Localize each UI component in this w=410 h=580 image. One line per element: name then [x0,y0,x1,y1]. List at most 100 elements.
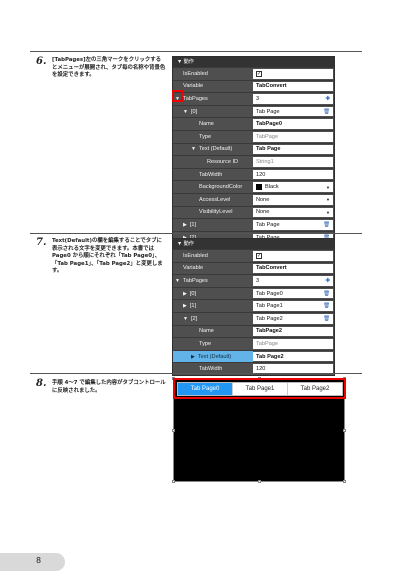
property-value[interactable]: Tab Page2 🗑 [253,313,333,324]
property-row: ▶ [0] Tab Page0 🗑 [173,286,334,300]
resize-handle[interactable] [258,480,261,483]
highlight-box [173,378,346,399]
resize-handle[interactable] [343,429,346,432]
trash-icon[interactable]: 🗑 [323,316,330,322]
property-name: ▼ TabPages [173,275,253,287]
checkbox[interactable]: ✓ [256,70,262,77]
property-row: ▼ [0] Tab Page 🗑 [173,104,334,118]
property-value[interactable]: Tab Page [253,144,333,155]
value-text: None [256,209,270,216]
chevron-down-icon[interactable]: ▼ [326,197,330,202]
divider [30,233,362,234]
trash-icon[interactable]: 🗑 [323,303,330,309]
property-row: Variable TabConvert [173,79,334,93]
trash-icon[interactable]: 🗑 [323,222,330,228]
property-name: Resource ID [207,158,239,165]
property-name: BackgroundColor [199,184,243,191]
property-row: Type TabPage [173,337,334,350]
property-value[interactable]: 3 ✚ [253,94,333,104]
category-header: ▼ 動作 [173,57,334,67]
property-row: AccessLevel None ▼ [173,192,334,206]
triangle-right-icon[interactable]: ▶ [183,222,187,228]
property-name: Type [199,340,212,347]
highlight-box [172,90,183,102]
property-label: TabPages [182,95,208,102]
triangle-right-icon[interactable]: ▶ [191,354,195,360]
value-text: Tab Page [256,108,280,115]
plus-icon[interactable]: ✚ [325,278,330,284]
property-value[interactable]: Black ▼ [253,182,333,192]
divider [30,373,362,374]
property-name: Name [199,328,214,335]
step-description: 手順 4～7 で編集した内容がタブコントロールに反映されました。 [52,380,166,394]
property-name: ▼ TabPages [173,93,253,105]
property-value[interactable]: TabPage2 [253,326,333,337]
property-value[interactable]: Tab Page 🗑 [253,106,333,117]
trash-icon[interactable]: 🗑 [323,291,330,297]
property-value[interactable]: Tab Page2 [253,351,333,362]
property-value[interactable]: TabConvert [253,263,333,274]
property-name: IsEnabled [183,252,208,259]
category-header: ▼ 動作 [173,239,334,249]
value-text: Tab Page2 [256,315,283,322]
property-value[interactable]: 3 ✚ [253,276,333,286]
property-value[interactable]: Tab Page 🗑 [253,220,333,230]
property-value[interactable]: TabPage0 [253,119,333,129]
property-name: IsEnabled [183,70,208,77]
triangle-down-icon[interactable]: ▼ [183,316,188,322]
property-name: ▶ [1] [173,219,253,231]
property-value[interactable]: ✓ [253,69,333,79]
resize-handle[interactable] [172,480,175,483]
page-number-badge: 8 [0,553,65,571]
property-row-selected: ▶ Text (Default) Tab Page2 [173,349,334,363]
property-row: BackgroundColor Black ▼ [173,180,334,193]
property-label: TabPages [182,277,208,284]
resize-handle[interactable] [172,429,175,432]
property-name[interactable]: ▶ Text (Default) [173,350,253,363]
property-row: Type TabPage [173,129,334,143]
property-value[interactable]: Tab Page0 🗑 [253,288,333,299]
property-value[interactable]: None ▼ [253,207,333,218]
property-name: Name [199,121,214,128]
step-description: Text(Default)の欄を編集することでタブに表示される文字を変更できます… [52,238,163,275]
triangle-down-icon[interactable]: ▼ [183,109,188,115]
property-row: Name TabPage2 [173,324,334,338]
property-value: TabPage [253,339,333,349]
checkbox[interactable]: ✓ [256,252,262,259]
triangle-right-icon[interactable]: ▶ [183,303,187,309]
triangle-right-icon[interactable]: ▶ [183,291,187,297]
value-text: 3 [256,277,260,284]
property-label: Text (Default) [198,146,233,153]
value-text: Black [265,184,279,191]
triangle-down-icon[interactable]: ▼ [191,146,196,152]
property-name: AccessLevel [199,196,231,203]
property-row: Name TabPage0 [173,117,334,130]
property-value[interactable]: None ▼ [253,194,333,205]
chevron-down-icon[interactable]: ▼ [326,185,330,190]
value-text: Tab Page [256,221,280,228]
property-name: VisibilityLevel [199,209,233,216]
property-name: ▶ [1] [173,300,253,312]
property-label: [1] [189,221,197,228]
property-value[interactable]: 120 [253,169,333,180]
triangle-down-icon[interactable]: ▼ [175,278,180,284]
property-value[interactable]: TabConvert [253,81,333,92]
property-value[interactable]: ✓ [253,251,333,261]
property-row: IsEnabled ✓ [173,249,334,262]
property-label: [2] [190,315,198,322]
property-row: VisibilityLevel None ▼ [173,205,334,219]
chevron-down-icon[interactable]: ▼ [326,210,330,215]
step-description: [TabPages]左の三角マークをクリックするとメニューが展開され、タブ毎の名… [52,57,166,79]
trash-icon[interactable]: 🗑 [323,109,330,115]
property-value[interactable]: Tab Page1 🗑 [253,301,333,311]
property-row: IsEnabled ✓ [173,67,334,80]
property-row: Variable TabConvert [173,261,334,275]
property-panel: ▼ 動作 IsEnabled ✓ Variable TabConvert ▼ T… [172,56,335,245]
resize-handle[interactable] [343,480,346,483]
property-name: Variable [183,265,204,272]
property-row: ▼ TabPages 3 ✚ [173,92,334,105]
color-swatch [256,184,262,191]
property-label: [1] [189,303,197,310]
value-text: 3 [256,95,260,102]
plus-icon[interactable]: ✚ [325,96,330,102]
